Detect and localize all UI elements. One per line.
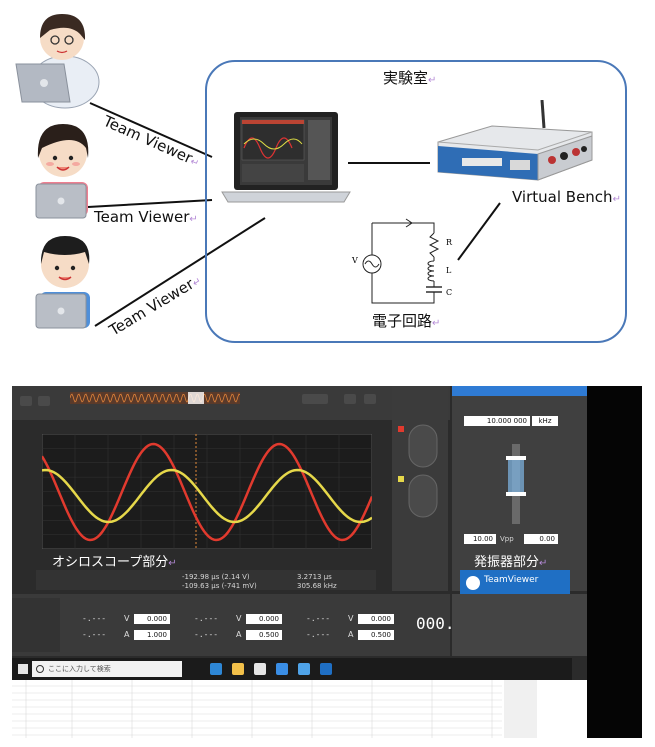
laptop-icon <box>35 293 87 329</box>
delta-readout-1: 3.2713 μs <box>297 573 332 581</box>
channel-1-indicator[interactable] <box>398 426 404 432</box>
toolbar-button[interactable] <box>344 394 356 404</box>
link-user2-laptop <box>87 199 213 208</box>
toolbar-button[interactable] <box>364 394 376 404</box>
generator-header <box>452 386 587 396</box>
dc-unit: A <box>348 630 354 639</box>
black-area <box>587 386 642 738</box>
oscilloscope-display <box>42 434 372 549</box>
dc-power-panel <box>12 594 450 656</box>
dc-value-input[interactable]: 0.000 <box>134 614 170 624</box>
inductor-symbol <box>427 260 435 282</box>
search-box[interactable]: ここに入力して検索 <box>32 661 182 677</box>
spreadsheet-grid <box>12 680 502 738</box>
dc-value-input[interactable]: 0.500 <box>358 630 394 640</box>
cursor-readout-1: -192.98 μs (2.14 V) <box>182 573 250 581</box>
toolbar-button[interactable] <box>38 396 50 406</box>
teamviewer-icon <box>466 576 480 590</box>
circuit-label-l: L <box>446 266 452 275</box>
teamviewer-task-icon[interactable] <box>320 663 332 675</box>
laptop-icon <box>15 63 71 103</box>
dc-value-input[interactable]: 0.500 <box>246 630 282 640</box>
sheet-side-panel <box>504 680 537 738</box>
dc-placeholder: -.--- <box>194 630 219 639</box>
channel-1-knob[interactable] <box>408 424 438 468</box>
channel-2-indicator[interactable] <box>398 476 404 482</box>
dc-value-input[interactable]: 1.000 <box>134 630 170 640</box>
folder-icon[interactable] <box>232 663 244 675</box>
cursor-readout-2: -109.63 μs (-741 mV) <box>182 582 257 590</box>
dc-placeholder: -.--- <box>82 614 107 623</box>
circuit-label-v: V <box>352 256 358 265</box>
teamviewer-label-2: Team Viewer↵ <box>94 208 198 226</box>
offset-input[interactable]: 0.00 <box>524 534 558 544</box>
dc-placeholder: -.--- <box>82 630 107 639</box>
search-icon <box>36 665 44 673</box>
circuit-label-r: R <box>446 238 453 247</box>
virtualbench-app-icon[interactable] <box>298 663 310 675</box>
circuit-label-c: C <box>446 288 453 297</box>
delta-readout-2: 305.68 kHz <box>297 582 337 590</box>
laptop-icon <box>35 183 87 219</box>
generator-label: 発振器部分↵ <box>474 555 548 570</box>
amplitude-input[interactable]: 10.00 <box>464 534 496 544</box>
dc-channel-list <box>12 598 60 652</box>
amplitude-slider[interactable] <box>502 434 532 534</box>
waveform-overview-strip <box>70 392 240 404</box>
lab-title: 実験室↵ <box>383 69 437 87</box>
dc-unit: V <box>348 614 354 623</box>
toolbar-button[interactable] <box>302 394 328 404</box>
counter-panel <box>452 594 587 656</box>
virtual-bench-label: Virtual Bench↵ <box>512 188 621 206</box>
windows-start-icon[interactable] <box>18 664 28 674</box>
dc-value-input[interactable]: 0.000 <box>246 614 282 624</box>
store-icon[interactable] <box>254 663 266 675</box>
resistor-symbol <box>428 232 440 258</box>
dc-unit: V <box>236 614 242 623</box>
laptop-icon <box>221 112 351 203</box>
channel-2-knob[interactable] <box>408 474 438 518</box>
dc-unit: A <box>124 630 130 639</box>
oscilloscope-label: オシロスコープ部分↵ <box>52 555 177 570</box>
frequency-input[interactable]: 10.000 000 <box>464 416 530 426</box>
edge-icon[interactable] <box>210 663 222 675</box>
counter-value: 000. <box>416 614 455 633</box>
virtualbench-screenshot: オシロスコープ部分↵ -192.98 μs (2.14 V) -109.63 μ… <box>12 386 642 738</box>
frequency-unit-select[interactable]: kHz <box>532 416 558 426</box>
amplitude-unit: Vpp <box>500 535 514 543</box>
circuit-title: 電子回路↵ <box>372 312 441 330</box>
dc-placeholder: -.--- <box>194 614 219 623</box>
virtual-bench-device-icon <box>437 100 593 181</box>
mail-icon[interactable] <box>276 663 288 675</box>
dc-placeholder: -.--- <box>306 614 331 623</box>
dc-unit: V <box>124 614 130 623</box>
circuit-schematic <box>362 218 442 304</box>
search-placeholder: ここに入力して検索 <box>48 665 111 673</box>
dc-unit: A <box>236 630 242 639</box>
dc-placeholder: -.--- <box>306 630 331 639</box>
dc-value-input[interactable]: 0.000 <box>358 614 394 624</box>
toolbar-button[interactable] <box>20 396 32 406</box>
system-diagram: 実験室↵ Team Viewer↵ Team Viewer↵ Team View… <box>0 0 655 350</box>
teamviewer-popup-title: TeamViewer <box>484 575 539 585</box>
